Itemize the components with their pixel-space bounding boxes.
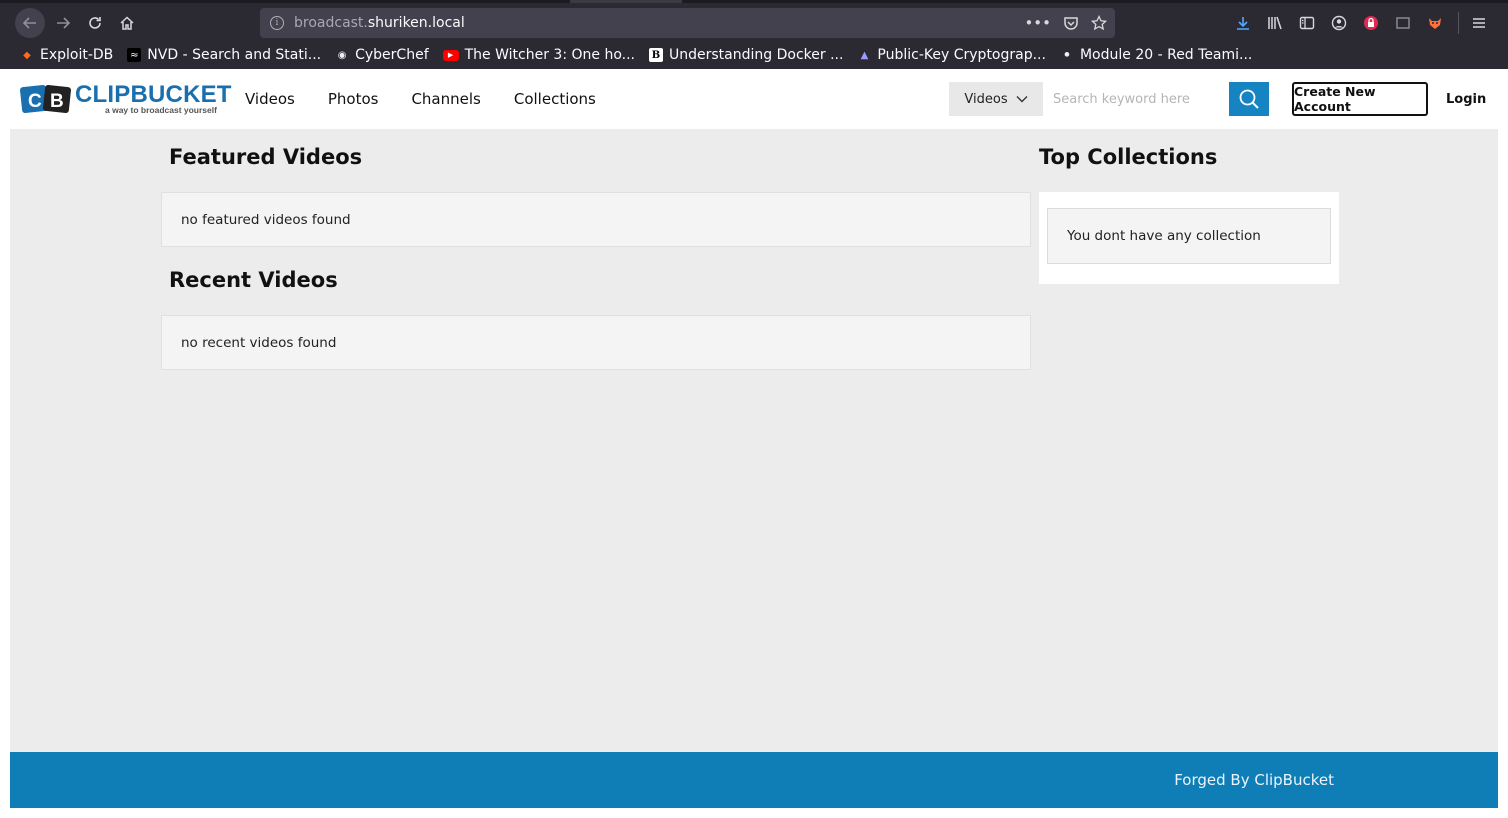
nav-channels[interactable]: Channels <box>411 90 480 108</box>
search-type-label: Videos <box>964 91 1008 107</box>
nav-collections[interactable]: Collections <box>514 90 596 108</box>
active-tab-indicator[interactable] <box>570 0 682 3</box>
bookmark-label: Module 20 - Red Teami... <box>1079 47 1253 63</box>
page-actions-icon[interactable]: ••• <box>1024 14 1051 32</box>
site-info-icon[interactable]: i <box>270 16 284 30</box>
main-nav: Videos Photos Channels Collections <box>245 69 629 129</box>
top-collections-box: You dont have any collection <box>1039 192 1339 284</box>
bookmark-item[interactable]: ≈ NVD - Search and Stati... <box>127 47 321 63</box>
svg-text:C: C <box>28 91 42 112</box>
home-button[interactable] <box>112 8 142 38</box>
arrow-right-icon <box>57 17 71 29</box>
featured-empty-message: no featured videos found <box>181 211 351 228</box>
url-actions: ••• <box>1024 8 1107 38</box>
account-icon[interactable] <box>1328 12 1350 34</box>
recent-empty-message: no recent videos found <box>181 334 337 351</box>
home-icon <box>120 16 134 30</box>
search-type-dropdown[interactable]: Videos <box>949 82 1043 116</box>
reload-button[interactable] <box>80 8 110 38</box>
bookmark-item[interactable]: ⚫ Module 20 - Red Teami... <box>1060 47 1253 63</box>
nav-videos[interactable]: Videos <box>245 90 295 108</box>
bookmark-item[interactable]: ▲ Public-Key Cryptograp... <box>857 47 1046 63</box>
lock-extension-icon[interactable] <box>1360 12 1382 34</box>
page-viewport: C B CLIPBUCKET a way to broadcast yourse… <box>10 69 1498 808</box>
bookmark-item[interactable]: ▶ The Witcher 3: One ho... <box>442 47 635 63</box>
cyberchef-icon: ◉ <box>337 49 347 61</box>
featured-videos-panel: no featured videos found <box>161 192 1031 247</box>
foxyproxy-icon[interactable] <box>1424 12 1446 34</box>
tab-strip <box>0 0 1508 3</box>
site-header: C B CLIPBUCKET a way to broadcast yourse… <box>10 69 1498 129</box>
bookmarks-toolbar: ◆ Exploit-DB ≈ NVD - Search and Stati...… <box>0 43 1508 67</box>
recent-videos-panel: no recent videos found <box>161 315 1031 370</box>
sidebar-icon[interactable] <box>1296 12 1318 34</box>
featured-videos-heading: Featured Videos <box>169 145 363 169</box>
bookmark-label: The Witcher 3: One ho... <box>464 47 635 63</box>
search-input[interactable] <box>1043 82 1229 116</box>
hamburger-icon <box>1473 18 1485 28</box>
url-domain: shuriken.local <box>367 15 465 31</box>
toolbar-separator <box>1458 12 1459 34</box>
bookmark-star-icon[interactable] <box>1091 15 1107 31</box>
bookmark-label: Public-Key Cryptograp... <box>877 47 1046 63</box>
search-button[interactable] <box>1229 82 1269 116</box>
site-logo[interactable]: C B CLIPBUCKET a way to broadcast yourse… <box>20 81 231 119</box>
module-icon: ⚫ <box>1062 49 1072 61</box>
arrow-left-icon <box>22 17 36 29</box>
url-subdomain: broadcast. <box>294 15 368 31</box>
collections-panel: You dont have any collection <box>1047 208 1331 264</box>
clipbucket-logo-icon: C B <box>20 85 71 113</box>
footer-credit: Forged By ClipBucket <box>1174 771 1334 789</box>
bookmark-item[interactable]: ◆ Exploit-DB <box>20 47 113 63</box>
docker-article-icon: B <box>649 48 663 62</box>
toolbar-extensions <box>1232 8 1446 38</box>
reload-icon <box>89 17 101 29</box>
bookmark-label: Exploit-DB <box>40 47 114 63</box>
site-footer: Forged By ClipBucket <box>10 752 1498 808</box>
hamburger-menu-button[interactable] <box>1466 8 1492 38</box>
bookmark-label: CyberChef <box>355 47 429 63</box>
forward-button[interactable] <box>48 8 78 38</box>
exploitdb-icon: ◆ <box>23 49 31 61</box>
crypto-icon: ▲ <box>860 49 869 61</box>
container-icon[interactable] <box>1392 12 1414 34</box>
recent-videos-heading: Recent Videos <box>169 268 338 292</box>
top-collections-heading: Top Collections <box>1039 145 1218 169</box>
bookmark-label: NVD - Search and Stati... <box>147 47 322 63</box>
download-icon[interactable] <box>1232 12 1254 34</box>
youtube-icon: ▶ <box>442 49 459 61</box>
create-account-button[interactable]: Create New Account <box>1292 82 1428 116</box>
svg-text:B: B <box>50 91 64 112</box>
bookmark-item[interactable]: B Understanding Docker ... <box>649 47 843 63</box>
collections-empty-message: You dont have any collection <box>1067 228 1261 244</box>
browser-chrome: i broadcast. shuriken.local ••• ◆ Exploi… <box>0 0 1508 69</box>
bookmark-label: Understanding Docker ... <box>669 47 844 63</box>
pocket-icon[interactable] <box>1063 15 1079 31</box>
login-link[interactable]: Login <box>1446 82 1486 116</box>
address-bar[interactable]: i broadcast. shuriken.local ••• <box>260 8 1115 38</box>
bookmark-item[interactable]: ◉ CyberChef <box>335 47 429 63</box>
chevron-down-icon <box>1016 96 1028 103</box>
back-button[interactable] <box>15 8 45 38</box>
logo-tagline: a way to broadcast yourself <box>105 105 217 115</box>
nav-photos[interactable]: Photos <box>328 90 379 108</box>
nvd-icon: ≈ <box>127 48 142 62</box>
search-icon <box>1239 89 1259 109</box>
library-icon[interactable] <box>1264 12 1286 34</box>
